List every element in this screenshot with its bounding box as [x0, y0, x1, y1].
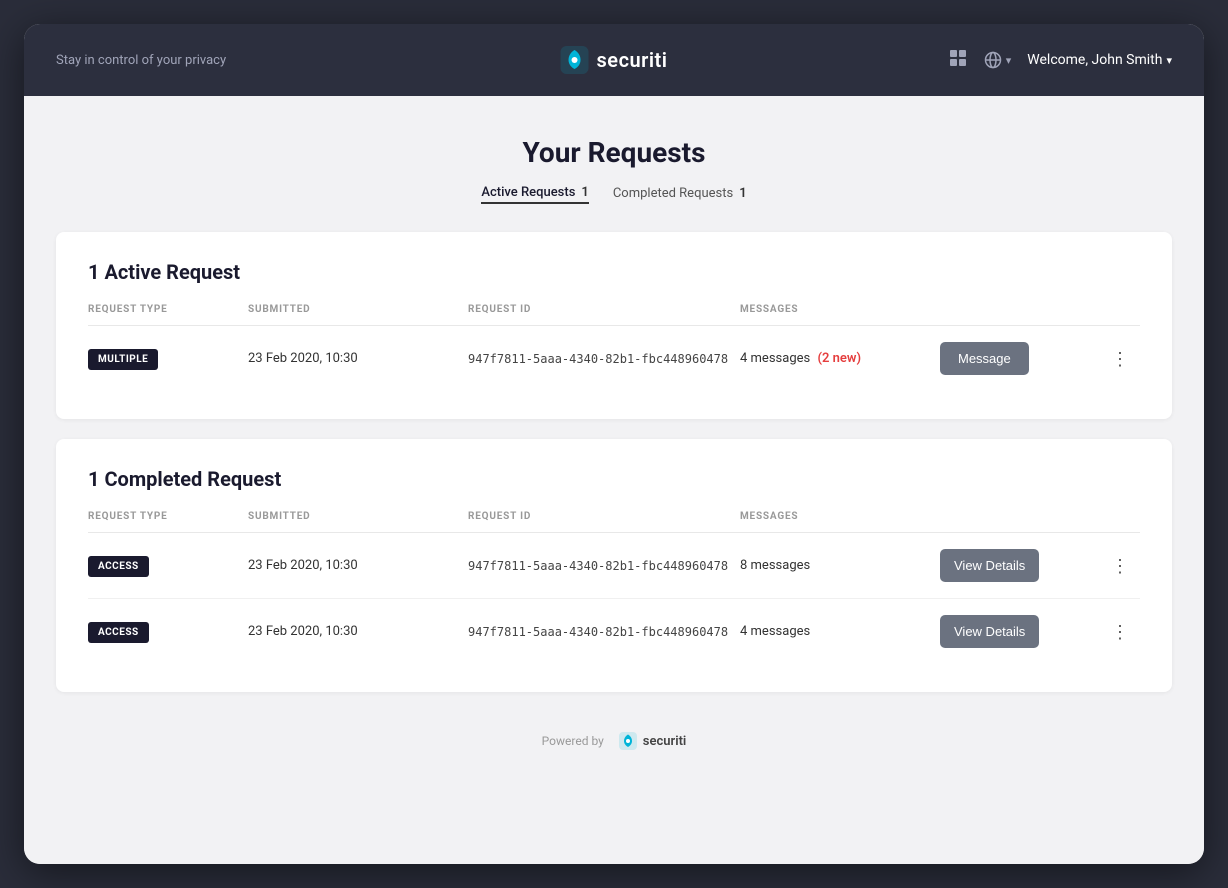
more-options-button-active[interactable]: ⋮ [1100, 346, 1140, 372]
securiti-logo-icon [561, 46, 589, 74]
footer-logo-text: securiti [643, 734, 687, 749]
col-request-id-1: REQUEST ID [468, 304, 740, 315]
request-id-completed-1: 947f7811-5aaa-4340-82b1-fbc448960478 [468, 559, 740, 573]
completed-table-header: REQUEST TYPE SUBMITTED REQUEST ID MESSAG… [88, 511, 1140, 533]
user-menu[interactable]: Welcome, John Smith ▾ [1027, 52, 1172, 68]
language-selector[interactable]: ▾ [984, 51, 1012, 69]
badge-multiple: MULTIPLE [88, 349, 158, 370]
page-title: Your Requests [56, 136, 1172, 169]
tab-active-requests[interactable]: Active Requests 1 [481, 185, 588, 204]
action-cell-completed-2: View Details [940, 615, 1100, 648]
col-request-type-2: REQUEST TYPE [88, 511, 248, 522]
submitted-date-completed-2: 23 Feb 2020, 10:30 [248, 624, 468, 639]
completed-requests-card: 1 Completed Request REQUEST TYPE SUBMITT… [56, 439, 1172, 692]
tab-completed-requests[interactable]: Completed Requests 1 [613, 186, 747, 203]
col-action-1 [940, 304, 1100, 315]
main-content: Your Requests Active Requests 1 Complete… [24, 96, 1204, 864]
col-submitted-2: SUBMITTED [248, 511, 468, 522]
more-options-button-completed-1[interactable]: ⋮ [1100, 553, 1140, 579]
col-request-id-2: REQUEST ID [468, 511, 740, 522]
globe-chevron: ▾ [1006, 54, 1012, 67]
tab-completed-label: Completed Requests [613, 186, 733, 201]
messages-new-badge: (2 new) [817, 351, 861, 366]
header-tagline: Stay in control of your privacy [56, 53, 948, 68]
messages-completed-1: 8 messages [740, 558, 940, 573]
footer: Powered by securiti [56, 712, 1172, 774]
view-details-button-2[interactable]: View Details [940, 615, 1039, 648]
active-requests-heading: 1 Active Request [88, 260, 1140, 284]
header-logo: securiti [561, 46, 668, 74]
active-table-header: REQUEST TYPE SUBMITTED REQUEST ID MESSAG… [88, 304, 1140, 326]
footer-logo-area: Powered by securiti [542, 732, 687, 750]
col-submitted-1: SUBMITTED [248, 304, 468, 315]
submitted-date-active: 23 Feb 2020, 10:30 [248, 351, 468, 366]
footer-securiti-icon [619, 732, 637, 750]
message-button[interactable]: Message [940, 342, 1029, 375]
table-row: ACCESS 23 Feb 2020, 10:30 947f7811-5aaa-… [88, 599, 1140, 664]
view-details-button-1[interactable]: View Details [940, 549, 1039, 582]
tab-completed-count: 1 [739, 186, 746, 201]
badge-access-1: ACCESS [88, 556, 149, 577]
badge-cell-access-2: ACCESS [88, 620, 248, 643]
badge-access-2: ACCESS [88, 622, 149, 643]
action-cell-active: Message [940, 342, 1100, 375]
messages-completed-2: 4 messages [740, 624, 940, 639]
messages-active: 4 messages (2 new) [740, 351, 940, 366]
col-more-1 [1100, 304, 1140, 315]
more-options-button-completed-2[interactable]: ⋮ [1100, 619, 1140, 645]
badge-cell-multiple: MULTIPLE [88, 347, 248, 370]
messages-count-active: 4 messages [740, 351, 810, 366]
col-action-2 [940, 511, 1100, 522]
table-row: MULTIPLE 23 Feb 2020, 10:30 947f7811-5aa… [88, 326, 1140, 391]
grid-icon[interactable] [948, 48, 968, 73]
submitted-date-completed-1: 23 Feb 2020, 10:30 [248, 558, 468, 573]
col-more-2 [1100, 511, 1140, 522]
col-request-type-1: REQUEST TYPE [88, 304, 248, 315]
col-messages-1: MESSAGES [740, 304, 940, 315]
badge-cell-access-1: ACCESS [88, 554, 248, 577]
tab-active-label: Active Requests [481, 185, 575, 200]
completed-requests-heading: 1 Completed Request [88, 467, 1140, 491]
tab-active-count: 1 [581, 185, 588, 200]
header: Stay in control of your privacy securiti [24, 24, 1204, 96]
user-label: Welcome, John Smith [1027, 52, 1162, 68]
powered-by-text: Powered by [542, 734, 604, 748]
tabs-nav: Active Requests 1 Completed Requests 1 [56, 185, 1172, 204]
request-id-completed-2: 947f7811-5aaa-4340-82b1-fbc448960478 [468, 625, 740, 639]
header-right: ▾ Welcome, John Smith ▾ [948, 48, 1172, 73]
active-requests-card: 1 Active Request REQUEST TYPE SUBMITTED … [56, 232, 1172, 419]
request-id-active: 947f7811-5aaa-4340-82b1-fbc448960478 [468, 352, 740, 366]
user-chevron: ▾ [1166, 54, 1172, 67]
action-cell-completed-1: View Details [940, 549, 1100, 582]
col-messages-2: MESSAGES [740, 511, 940, 522]
securiti-logo-text: securiti [597, 48, 668, 72]
table-row: ACCESS 23 Feb 2020, 10:30 947f7811-5aaa-… [88, 533, 1140, 599]
